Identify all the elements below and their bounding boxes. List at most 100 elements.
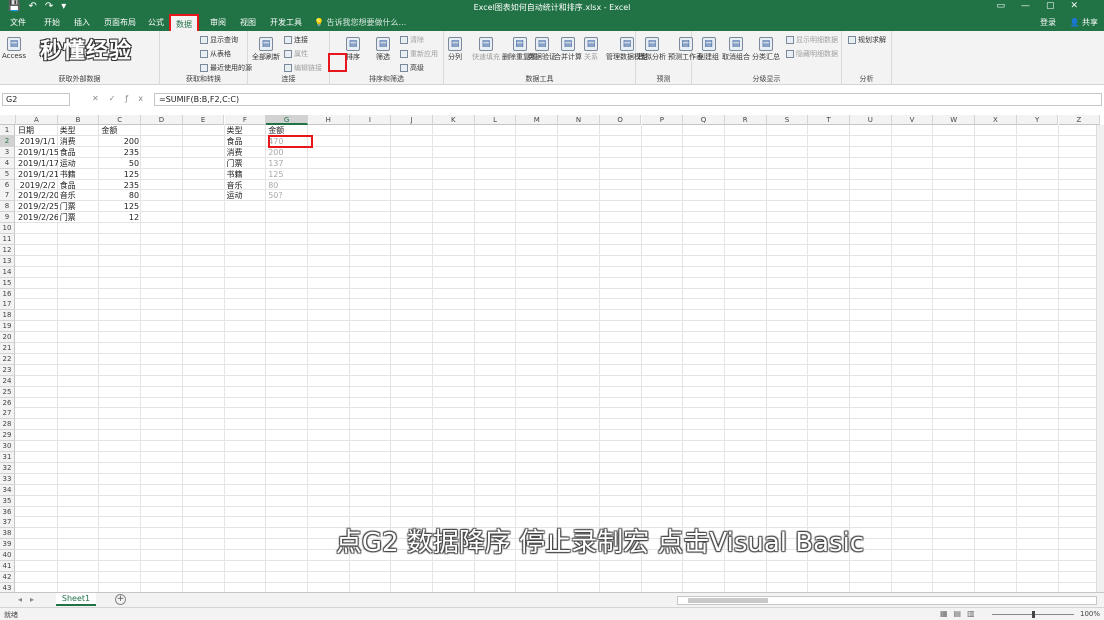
ribbon-small-button-5[interactable]: 编辑链接	[284, 63, 322, 73]
tab-2[interactable]: 插入	[74, 17, 90, 28]
scroll-thumb[interactable]	[688, 598, 768, 603]
row-header[interactable]: 9	[0, 212, 15, 224]
cell[interactable]: 2019/1/15	[16, 147, 58, 158]
login-link[interactable]: 登录	[1040, 17, 1056, 28]
row-header[interactable]: 1	[0, 125, 15, 136]
ribbon-button-5[interactable]: ▤ 快速填充	[472, 37, 500, 62]
worksheet-grid[interactable]: A B C D E F G H I J K L M N O P Q R S T U V W X Y Z 1 2 3 4 5 6 7 8 9 10 11 1…	[0, 115, 1104, 592]
cell[interactable]: 音乐	[225, 180, 267, 191]
cell[interactable]: 2019/1/17	[16, 158, 58, 169]
tab-0[interactable]: 文件	[10, 17, 26, 28]
zoom-level[interactable]: 100%	[1080, 610, 1100, 618]
column-header-O[interactable]: O	[599, 115, 642, 125]
cell[interactable]: 运动	[58, 158, 100, 169]
column-header-T[interactable]: T	[808, 115, 850, 125]
tab-8[interactable]: 开发工具	[270, 17, 302, 28]
select-all-corner[interactable]	[0, 115, 16, 125]
column-header-S[interactable]: S	[766, 115, 809, 125]
add-sheet-icon[interactable]: +	[115, 594, 126, 605]
column-header-R[interactable]: R	[724, 115, 767, 125]
column-header-M[interactable]: M	[516, 115, 559, 125]
ribbon-button-2[interactable]: ▤ 排序	[346, 37, 360, 62]
row-header[interactable]: 12	[0, 244, 15, 256]
cell[interactable]: 125	[266, 169, 308, 180]
row-header[interactable]: 43	[0, 582, 15, 592]
ribbon-small-button-3[interactable]: 连接	[284, 35, 308, 45]
column-header-I[interactable]: I	[349, 115, 392, 125]
ribbon-button-8[interactable]: ▤ 合并计算	[554, 37, 582, 62]
cell[interactable]: 类型	[58, 125, 100, 136]
column-header-X[interactable]: X	[975, 115, 1017, 125]
zoom-knob[interactable]	[1032, 611, 1035, 618]
cell[interactable]: 2019/1/21	[16, 169, 58, 180]
sheet-tab-sheet1[interactable]: Sheet1	[56, 593, 96, 606]
cell[interactable]: 消费	[58, 136, 100, 147]
column-header-L[interactable]: L	[474, 115, 517, 125]
row-header[interactable]: 22	[0, 353, 15, 365]
cell[interactable]: 门票	[225, 158, 267, 169]
column-header-F[interactable]: F	[224, 115, 267, 125]
row-header[interactable]: 17	[0, 299, 15, 311]
column-header-E[interactable]: E	[182, 115, 225, 125]
ribbon-small-button-10[interactable]: 隐藏明细数据	[786, 49, 838, 59]
row-header[interactable]: 6	[0, 179, 15, 191]
zoom-slider[interactable]	[992, 611, 1074, 618]
column-header-J[interactable]: J	[391, 115, 433, 125]
name-box[interactable]: G2	[2, 93, 70, 106]
row-header[interactable]: 42	[0, 571, 15, 583]
row-header[interactable]: 13	[0, 255, 15, 267]
ribbon-small-button-8[interactable]: 高级	[400, 63, 424, 73]
cell[interactable]: 2019/2/2	[16, 180, 58, 191]
row-header[interactable]: 4	[0, 157, 15, 169]
row-header[interactable]: 35	[0, 495, 15, 507]
row-header[interactable]: 3	[0, 146, 15, 158]
column-header-P[interactable]: P	[641, 115, 684, 125]
vertical-scrollbar[interactable]	[1096, 125, 1104, 592]
view-mode-icons[interactable]: ▦▤▥	[940, 609, 981, 618]
cell[interactable]: 2019/2/25	[16, 201, 58, 212]
column-header-G[interactable]: G	[266, 115, 308, 125]
row-header[interactable]: 21	[0, 343, 15, 354]
row-header[interactable]: 11	[0, 234, 15, 245]
ribbon-small-button-9[interactable]: 显示明细数据	[786, 35, 838, 45]
column-header-C[interactable]: C	[99, 115, 142, 125]
column-header-K[interactable]: K	[433, 115, 475, 125]
ribbon-button-4[interactable]: ▤ 分列	[448, 37, 462, 62]
cell[interactable]: 2019/2/26	[16, 212, 58, 223]
row-header[interactable]: 26	[0, 397, 15, 409]
sort-descending-highlight[interactable]	[328, 53, 347, 72]
cell[interactable]: 食品	[225, 136, 267, 147]
row-header[interactable]: 2	[0, 135, 15, 147]
row-header[interactable]: 37	[0, 517, 15, 529]
row-header[interactable]: 32	[0, 462, 15, 474]
column-header-H[interactable]: H	[307, 115, 350, 125]
row-header[interactable]: 15	[0, 277, 15, 289]
cell[interactable]: 类型	[225, 125, 267, 136]
selected-cell-g2[interactable]	[268, 135, 313, 148]
tab-4[interactable]: 公式	[148, 17, 164, 28]
tab-6[interactable]: 审阅	[210, 17, 226, 28]
ribbon-button-11[interactable]: ▤ 模拟分析	[638, 37, 666, 62]
sheet-nav-arrows[interactable]: ◂▸	[18, 595, 42, 604]
ribbon-button-3[interactable]: ▤ 筛选	[376, 37, 390, 62]
row-header[interactable]: 30	[0, 441, 15, 453]
tab-7[interactable]: 视图	[240, 17, 256, 28]
ribbon-small-button-0[interactable]: 显示查询	[200, 35, 238, 45]
ribbon-small-button-11[interactable]: 规划求解	[848, 35, 886, 45]
cell[interactable]: 日期	[16, 125, 58, 136]
row-header[interactable]: 29	[0, 430, 15, 442]
cell[interactable]: 12	[99, 212, 141, 223]
tab-1[interactable]: 开始	[44, 17, 60, 28]
column-header-Q[interactable]: Q	[683, 115, 725, 125]
cell[interactable]: 235	[99, 147, 141, 158]
cell[interactable]: 食品	[58, 180, 100, 191]
cell[interactable]: 50?	[266, 190, 308, 201]
row-header[interactable]: 8	[0, 201, 15, 213]
ribbon-button-1[interactable]: ▤ 全部刷新	[252, 37, 280, 62]
cell[interactable]: 2019/2/20	[16, 190, 58, 201]
tab-5[interactable]: 数据	[169, 14, 199, 31]
formula-icons[interactable]: ✕✓ƒx	[92, 94, 153, 103]
row-header[interactable]: 5	[0, 168, 15, 180]
column-header-A[interactable]: A	[16, 115, 58, 125]
row-header[interactable]: 18	[0, 310, 15, 322]
